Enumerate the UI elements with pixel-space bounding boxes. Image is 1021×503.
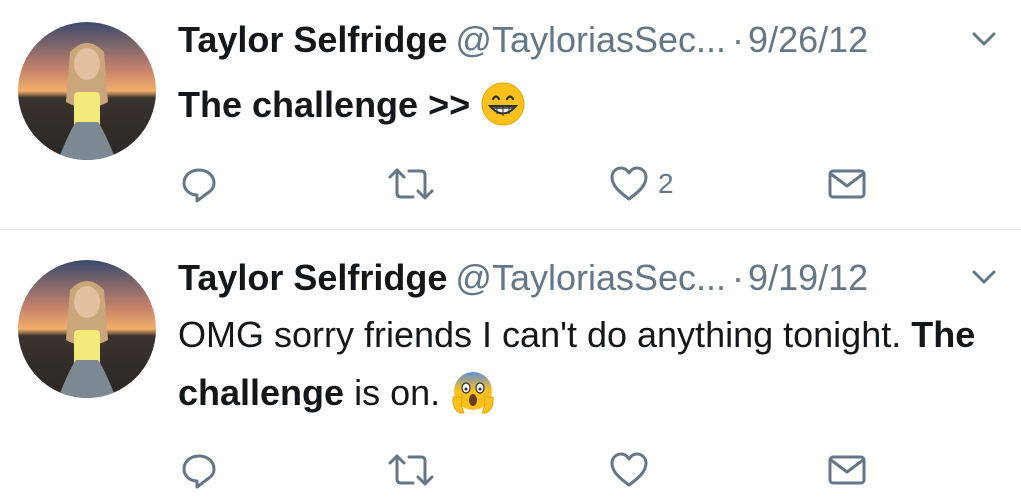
direct-message-button[interactable] [826, 162, 868, 206]
tweet-header: Taylor Selfridge @TayloriasSec... · 9/26/12 [178, 18, 1001, 62]
tweet-actions: 2 [0, 162, 1021, 206]
tweet-date[interactable]: 9/26/12 [748, 19, 868, 60]
author-name[interactable]: Taylor Selfridge [178, 257, 447, 298]
chevron-down-icon[interactable] [967, 260, 1001, 294]
retweet-button[interactable] [386, 448, 444, 492]
reply-button[interactable] [178, 162, 228, 206]
tweet-text-segment: OMG sorry friends I can't do anything to… [178, 314, 912, 355]
tweet-header: Taylor Selfridge @TayloriasSec... · 9/19/12 [178, 256, 1001, 300]
tweet-text: OMG sorry friends I can't do anything to… [178, 306, 991, 422]
reply-button[interactable] [178, 448, 228, 492]
tweet-date[interactable]: 9/19/12 [748, 257, 868, 298]
screaming-face-emoji [452, 372, 494, 414]
separator-dot: · [732, 257, 745, 298]
tweet-text-segment: is on. [344, 372, 441, 413]
tweet-actions [0, 448, 1021, 492]
envelope-icon [828, 169, 866, 199]
direct-message-button[interactable] [826, 448, 868, 492]
reply-icon [182, 454, 216, 489]
avatar[interactable] [18, 260, 156, 398]
retweet-icon [388, 454, 434, 486]
like-button[interactable] [608, 448, 658, 492]
separator-dot: · [732, 19, 745, 60]
retweet-icon [388, 168, 434, 200]
heart-icon [610, 166, 648, 201]
author-name[interactable]: Taylor Selfridge [178, 19, 447, 60]
tweet-text: The challenge >> [178, 76, 991, 134]
heart-icon [610, 452, 648, 487]
like-button[interactable]: 2 [608, 162, 674, 206]
author-handle[interactable]: @TayloriasSec... [455, 257, 726, 298]
tweet-text-bold: The challenge >> [178, 84, 471, 125]
avatar[interactable] [18, 22, 156, 160]
tweet[interactable]: Taylor Selfridge @TayloriasSec... · 9/19/12… [0, 230, 1021, 503]
chevron-down-icon[interactable] [967, 22, 1001, 56]
tweet[interactable]: Taylor Selfridge @TayloriasSec... · 9/26/12… [0, 0, 1021, 229]
reply-icon [182, 168, 216, 203]
like-count: 2 [658, 168, 674, 199]
grinning-face-emoji [481, 82, 525, 126]
retweet-button[interactable] [386, 162, 444, 206]
envelope-icon [828, 455, 866, 485]
author-handle[interactable]: @TayloriasSec... [455, 19, 726, 60]
